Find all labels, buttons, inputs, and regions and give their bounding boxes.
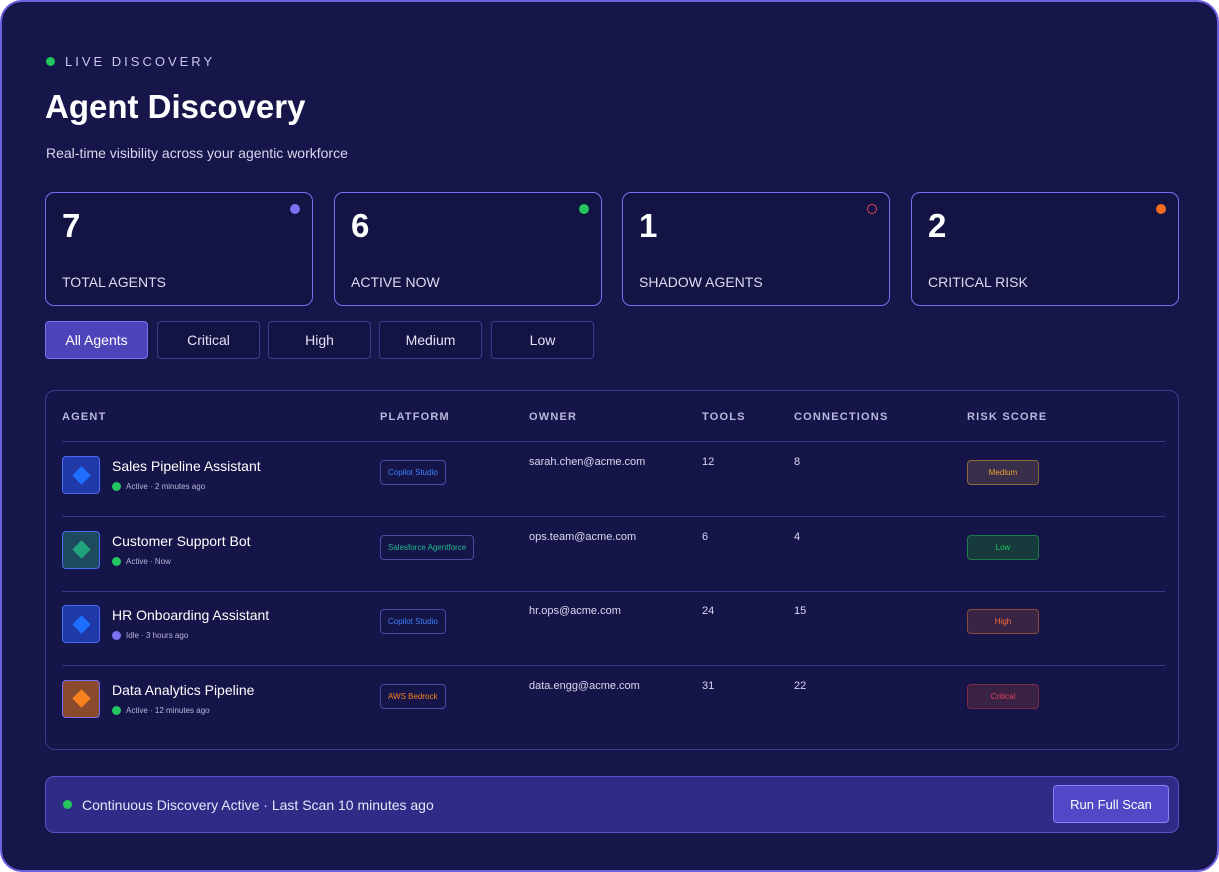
run-full-scan-button[interactable]: Run Full Scan <box>1053 785 1169 823</box>
stat-indicator-dot <box>867 204 877 214</box>
agent-status: Active · Now <box>112 556 171 566</box>
discovery-status-dot <box>63 800 72 809</box>
filter-high[interactable]: High <box>268 321 371 359</box>
stat-value: 1 <box>639 207 658 244</box>
agent-status-text: Active · 2 minutes ago <box>126 482 206 491</box>
platform-badge: Copilot Studio <box>380 609 446 634</box>
table-row[interactable]: HR Onboarding Assistant Idle · 3 hours ag… <box>46 591 1178 665</box>
risk-score-badge: Critical <box>967 683 1039 709</box>
agent-status: Idle · 3 hours ago <box>112 631 188 640</box>
stat-value: 2 <box>928 207 947 244</box>
stat-card-critical-risk[interactable]: 2 CRITICAL RISK <box>911 192 1179 306</box>
owner-email: sarah.chen@acme.com <box>529 456 646 468</box>
stat-value: 6 <box>351 207 370 244</box>
agent-status: Active · 2 minutes ago <box>112 482 205 491</box>
connections-count: 15 <box>794 605 807 617</box>
risk-score-badge: High <box>967 609 1039 634</box>
connections-count: 22 <box>794 679 807 692</box>
agent-name: Sales Pipeline Assistant <box>112 458 261 474</box>
table-row[interactable]: Customer Support Bot Active · Now Salesfor… <box>46 517 1178 591</box>
page-subtitle: Real-time visibility across your agentic… <box>46 145 348 161</box>
stat-card-total-agents[interactable]: 7 TOTAL AGENTS <box>45 192 313 306</box>
stat-card-shadow-agents[interactable]: 1 SHADOW AGENTS <box>622 192 890 306</box>
tools-count: 31 <box>702 679 715 692</box>
agent-name: HR Onboarding Assistant <box>112 607 270 623</box>
status-dot <box>112 482 121 491</box>
tools-count: 12 <box>702 456 715 468</box>
owner-email: data.engg@acme.com <box>529 679 640 692</box>
filter-critical[interactable]: Critical <box>157 321 260 359</box>
stat-label: CRITICAL RISK <box>928 274 1028 290</box>
stat-label: SHADOW AGENTS <box>639 274 763 290</box>
platform-badge: Salesforce Agentforce <box>380 534 475 560</box>
agent-discovery-panel: LIVE DISCOVERY Agent Discovery Real-time… <box>0 0 1219 872</box>
agent-name: Customer Support Bot <box>112 532 251 549</box>
connections-count: 8 <box>794 456 801 468</box>
live-discovery-label: LIVE DISCOVERY <box>65 54 216 69</box>
column-header-risk-score[interactable]: RISK SCORE <box>967 411 1047 423</box>
page-title: Agent Discovery <box>45 88 306 125</box>
risk-score-badge: Low <box>967 534 1039 560</box>
live-discovery-indicator: LIVE DISCOVERY <box>46 54 215 69</box>
stat-indicator-dot <box>290 204 300 214</box>
column-header-agent[interactable]: AGENT <box>62 411 107 423</box>
agent-icon <box>62 605 100 643</box>
status-dot <box>112 631 121 640</box>
agents-table: AGENT PLATFORM OWNER TOOLS CONNECTIONS R… <box>45 390 1179 750</box>
agent-status-text: Active · 12 minutes ago <box>126 705 210 715</box>
owner-email: ops.team@acme.com <box>529 530 637 543</box>
table-row[interactable]: Sales Pipeline Assistant Active · 2 minut… <box>46 442 1178 516</box>
agent-status-text: Idle · 3 hours ago <box>126 631 189 640</box>
filter-medium[interactable]: Medium <box>379 321 482 359</box>
discovery-status-text: Continuous Discovery Active · Last Scan … <box>82 797 434 813</box>
column-header-connections[interactable]: CONNECTIONS <box>794 411 888 423</box>
tools-count: 24 <box>702 605 715 617</box>
tools-count: 6 <box>702 530 709 543</box>
column-header-tools[interactable]: TOOLS <box>702 411 746 423</box>
discovery-status-bar: Continuous Discovery Active · Last Scan … <box>45 776 1179 833</box>
diamond-icon <box>71 614 91 634</box>
agent-name: Data Analytics Pipeline <box>112 681 255 698</box>
platform-badge: AWS Bedrock <box>380 683 446 709</box>
agent-icon <box>62 456 100 494</box>
stat-indicator-dot <box>1156 204 1166 214</box>
connections-count: 4 <box>794 530 801 543</box>
filter-low[interactable]: Low <box>491 321 594 359</box>
diamond-icon <box>71 540 91 559</box>
agent-icon <box>62 530 100 569</box>
column-header-owner[interactable]: OWNER <box>529 411 577 423</box>
risk-score-badge: Medium <box>967 460 1039 485</box>
agent-status: Active · 12 minutes ago <box>112 705 210 715</box>
owner-email: hr.ops@acme.com <box>529 605 621 617</box>
diamond-icon <box>71 689 91 708</box>
live-status-dot <box>46 57 55 66</box>
agent-icon <box>62 679 100 718</box>
stat-indicator-dot <box>579 204 589 214</box>
stat-label: TOTAL AGENTS <box>62 274 166 290</box>
platform-badge: Copilot Studio <box>380 460 446 485</box>
table-row[interactable]: Data Analytics Pipeline Active · 12 minut… <box>46 666 1178 740</box>
stat-value: 7 <box>62 207 81 244</box>
status-dot <box>112 556 121 566</box>
status-dot <box>112 705 121 715</box>
filter-all-agents[interactable]: All Agents <box>45 321 148 359</box>
stat-card-active-now[interactable]: 6 ACTIVE NOW <box>334 192 602 306</box>
column-header-platform[interactable]: PLATFORM <box>380 411 450 423</box>
diamond-icon <box>71 465 91 485</box>
agent-status-text: Active · Now <box>126 556 171 566</box>
stat-label: ACTIVE NOW <box>351 274 440 290</box>
